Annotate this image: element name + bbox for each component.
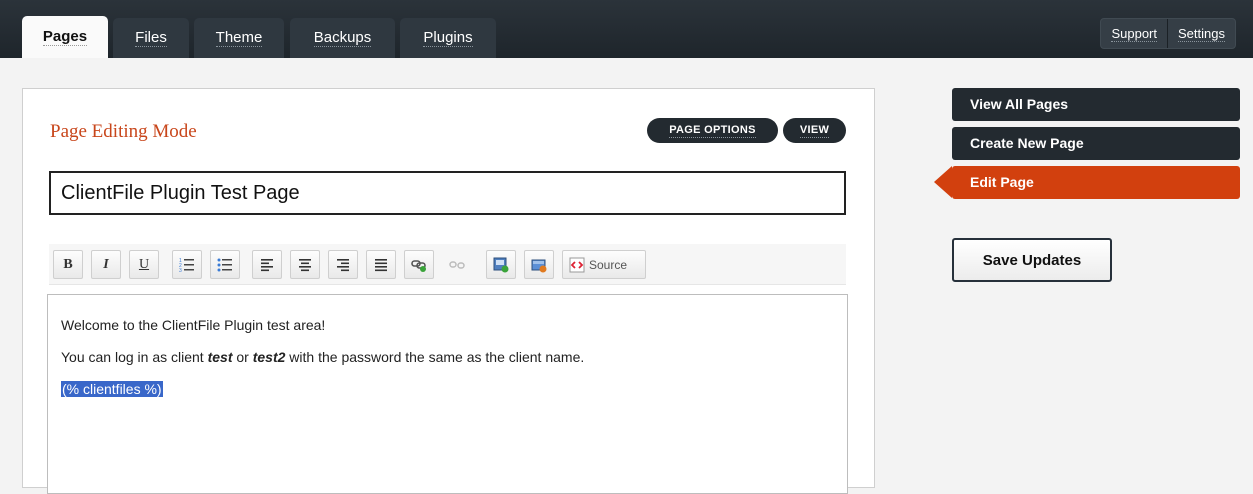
ordered-list-button[interactable]: 1 2 3 bbox=[172, 250, 202, 279]
page-editor-panel: Page Editing Mode PAGE OPTIONS VIEW B I … bbox=[22, 88, 875, 494]
content-text: You can log in as client bbox=[61, 349, 208, 365]
link-icon bbox=[411, 259, 426, 272]
insert-image-icon bbox=[493, 257, 509, 272]
selected-text: (% clientfiles %) bbox=[61, 381, 163, 397]
settings-link-label: Settings bbox=[1178, 26, 1225, 42]
view-all-pages-label: View All Pages bbox=[970, 96, 1069, 112]
tab-backups[interactable]: Backups bbox=[290, 18, 395, 58]
tab-files[interactable]: Files bbox=[113, 18, 189, 58]
page-options-label: PAGE OPTIONS bbox=[669, 123, 756, 138]
justify-button[interactable] bbox=[366, 250, 396, 279]
underline-button[interactable]: U bbox=[129, 250, 159, 279]
page-title-heading: Page Editing Mode bbox=[50, 121, 197, 142]
align-left-icon bbox=[261, 258, 273, 271]
insert-image-button[interactable] bbox=[486, 250, 516, 279]
unordered-list-icon bbox=[217, 258, 232, 271]
source-button[interactable]: Source bbox=[562, 250, 646, 279]
italic-button[interactable]: I bbox=[91, 250, 121, 279]
edit-page-label: Edit Page bbox=[970, 174, 1034, 190]
tab-backups-label: Backups bbox=[313, 29, 372, 47]
create-new-page-label: Create New Page bbox=[970, 135, 1084, 151]
view-all-pages-link[interactable]: View All Pages bbox=[952, 88, 1240, 121]
align-center-button[interactable] bbox=[290, 250, 320, 279]
justify-icon bbox=[375, 258, 387, 271]
source-label: Source bbox=[589, 257, 628, 272]
settings-link[interactable]: Settings bbox=[1168, 19, 1235, 48]
bold-button[interactable]: B bbox=[53, 250, 83, 279]
support-link[interactable]: Support bbox=[1101, 19, 1167, 48]
tab-pages-label: Pages bbox=[42, 28, 88, 46]
top-right-links: Support Settings bbox=[1100, 18, 1236, 49]
align-left-button[interactable] bbox=[252, 250, 282, 279]
unlink-button[interactable] bbox=[442, 250, 472, 279]
edit-page-link[interactable]: Edit Page bbox=[952, 166, 1240, 199]
view-label: VIEW bbox=[799, 123, 830, 138]
link-button[interactable] bbox=[404, 250, 434, 279]
tab-pages[interactable]: Pages bbox=[22, 16, 108, 58]
tab-theme-label: Theme bbox=[215, 29, 263, 47]
bold-icon: B bbox=[63, 256, 73, 272]
unordered-list-button[interactable] bbox=[210, 250, 240, 279]
content-text: or bbox=[232, 349, 253, 365]
support-link-label: Support bbox=[1111, 26, 1158, 42]
tab-plugins-label: Plugins bbox=[423, 29, 473, 47]
view-button[interactable]: VIEW bbox=[783, 118, 846, 143]
active-indicator-arrow bbox=[934, 166, 952, 198]
client-name-test: test bbox=[207, 349, 233, 365]
unlink-icon bbox=[449, 260, 465, 269]
content-paragraph: (% clientfiles %) bbox=[61, 380, 834, 398]
italic-icon: I bbox=[103, 256, 109, 272]
align-right-icon bbox=[337, 258, 349, 271]
page-title-input[interactable] bbox=[49, 171, 846, 215]
save-updates-button[interactable]: Save Updates bbox=[952, 238, 1112, 282]
client-name-test2: test2 bbox=[252, 349, 286, 365]
top-navigation-bar: Pages Files Theme Backups Plugins Suppor… bbox=[0, 0, 1253, 58]
content-paragraph: Welcome to the ClientFile Plugin test ar… bbox=[61, 317, 326, 333]
svg-text:3: 3 bbox=[179, 268, 182, 273]
insert-html-button[interactable] bbox=[524, 250, 554, 279]
align-right-button[interactable] bbox=[328, 250, 358, 279]
tab-plugins[interactable]: Plugins bbox=[400, 18, 496, 58]
page-options-button[interactable]: PAGE OPTIONS bbox=[647, 118, 778, 143]
editor-toolbar: B I U 1 2 3 Source bbox=[49, 244, 846, 285]
underline-icon: U bbox=[138, 256, 150, 272]
tab-files-label: Files bbox=[135, 29, 167, 47]
ordered-list-icon: 1 2 3 bbox=[179, 258, 194, 273]
align-center-icon bbox=[299, 258, 311, 271]
source-icon bbox=[569, 257, 585, 272]
rich-text-editor[interactable]: Welcome to the ClientFile Plugin test ar… bbox=[47, 294, 848, 494]
tab-theme[interactable]: Theme bbox=[194, 18, 284, 58]
content-text: with the password the same as the client… bbox=[285, 349, 585, 365]
create-new-page-link[interactable]: Create New Page bbox=[952, 127, 1240, 160]
content-paragraph: You can log in as client test or test2 w… bbox=[61, 348, 834, 366]
insert-html-icon bbox=[531, 259, 547, 272]
